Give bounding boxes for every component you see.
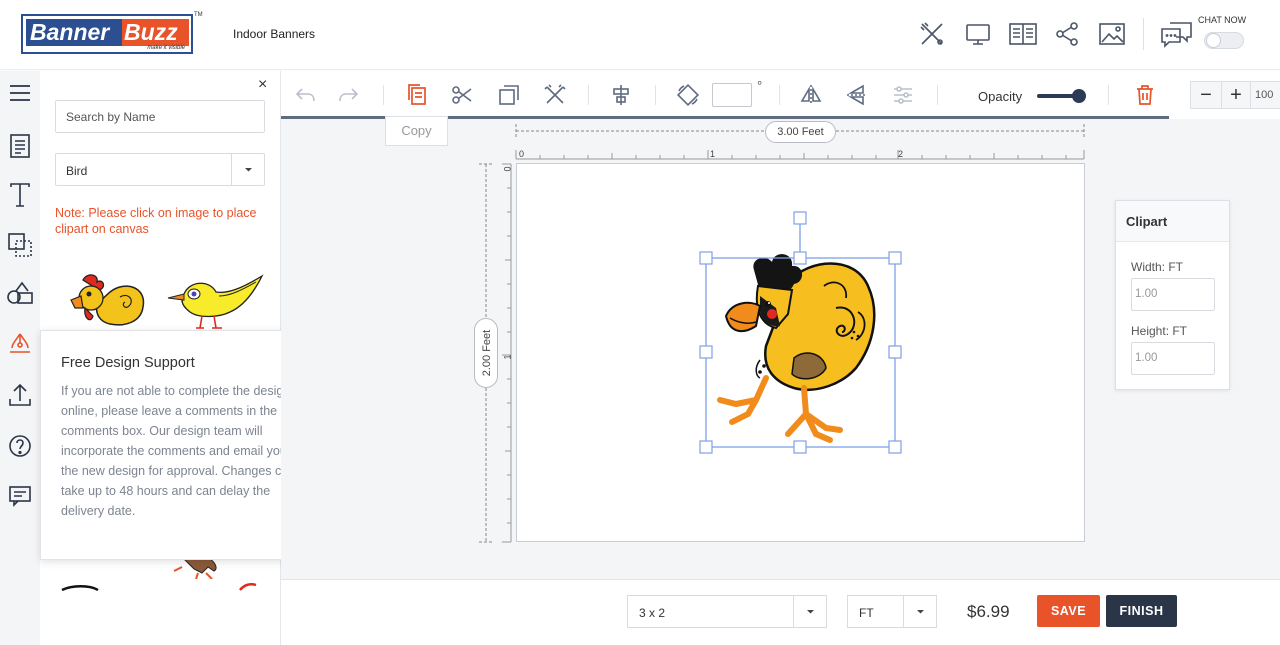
comments-icon[interactable] [6,481,34,509]
image-icon[interactable] [1098,20,1126,48]
zoom-out-button[interactable]: − [1191,82,1221,108]
clipart-properties-panel: Clipart Width: FT 1.00 Height: FT 1.00 [1115,200,1230,390]
save-button[interactable]: SAVE [1037,595,1100,627]
clipart-note: Note: Please click on image to place cli… [55,206,257,236]
clipart-thumb-yellow-bird[interactable] [164,272,264,332]
degree-symbol: ° [757,78,763,93]
flip-horizontal-icon[interactable] [799,83,823,107]
clipart-thumb-rooster[interactable] [65,272,147,330]
book-reader-icon[interactable] [1008,20,1037,48]
zoom-value[interactable]: 100 [1255,89,1273,101]
toolbar-divider [779,85,780,105]
chat-now-label: CHAT NOW [1198,15,1247,25]
product-title: Indoor Banners [233,27,316,41]
size-dropdown[interactable]: 3 x 2 [627,595,827,628]
canvas-height-text: 2.00 Feet [481,329,493,377]
editor-toolbar [281,71,1280,118]
top-header: Banner Buzz make it visible TM Indoor Ba… [0,0,1280,70]
support-title: Free Design Support [61,355,195,371]
design-tools-icon[interactable] [918,20,946,48]
chat-toggle-knob [1206,33,1221,48]
clipart-search-input[interactable] [55,100,265,133]
zoom-in-button[interactable]: + [1221,82,1251,108]
logo-word-buzz: Buzz [122,19,189,46]
height-label: Height: FT [1131,324,1188,338]
clipart-thumb-partial-2[interactable] [238,583,258,591]
copy-tooltip: Copy [385,116,448,146]
upload-icon[interactable] [6,381,34,409]
selected-clipart-rooster[interactable] [696,208,908,456]
redo-icon[interactable] [337,83,361,107]
clipart-active-icon[interactable] [6,330,34,358]
chat-bubble-icon[interactable] [1160,20,1192,48]
ruler-y-label: 1 [502,354,513,360]
clipart-thumb-partial-1[interactable] [60,585,100,591]
chevron-down-icon [793,596,826,627]
unit-dropdown[interactable]: FT [847,595,937,628]
toolbar-divider [1108,85,1109,105]
logo-word-banner: Banner [26,19,126,46]
toolbar-divider [383,85,384,105]
document-icon[interactable] [6,132,34,160]
clipart-icon[interactable] [6,281,34,309]
shapes-icon[interactable] [6,231,34,259]
finish-button[interactable]: FINISH [1106,595,1177,627]
category-dropdown[interactable]: Bird [55,153,265,186]
category-value: Bird [66,164,88,178]
monitor-preview-icon[interactable] [964,20,992,48]
chevron-down-icon [903,596,936,627]
rotate-icon[interactable] [676,83,700,107]
size-value: 3 x 2 [639,606,666,620]
remove-tool-icon[interactable] [543,83,567,107]
toolbar-divider [937,85,938,105]
share-icon[interactable] [1054,20,1082,48]
bannerbuzz-logo[interactable]: Banner Buzz make it visible [21,14,193,54]
ruler-x-label: 0 [519,149,525,159]
width-input[interactable]: 1.00 [1131,278,1215,311]
toolbar-divider [588,85,589,105]
ruler-x-label: 2 [898,149,904,159]
help-icon[interactable] [6,432,34,460]
canvas-height-label: 2.00 Feet [474,318,498,388]
ruler-y-label: 0 [502,166,513,172]
price-label: $6.99 [967,602,1010,621]
logo-trademark: TM [194,12,203,18]
trash-icon[interactable] [1133,83,1157,107]
support-message: If you are not able to complete the desi… [61,384,296,518]
width-label: Width: FT [1131,260,1184,274]
chevron-down-icon [231,154,264,185]
toolbar-divider [655,85,656,105]
zoom-control: − + 100 [1190,81,1280,109]
adjust-sliders-icon[interactable] [891,83,915,107]
unit-value: FT [859,606,874,620]
chat-toggle[interactable] [1204,32,1244,49]
text-icon[interactable] [6,181,34,209]
align-center-icon[interactable] [609,83,633,107]
panel-close-icon[interactable]: × [258,76,267,94]
duplicate-icon[interactable] [497,83,521,107]
copy-icon[interactable] [405,83,429,107]
left-tool-rail [0,71,40,645]
flip-vertical-icon[interactable] [845,83,869,107]
scissors-icon[interactable] [450,83,474,107]
properties-title: Clipart [1116,201,1229,242]
canvas-width-label: 3.00 Feet [765,121,836,143]
design-support-popup: Free Design Support × If you are not abl… [40,330,310,560]
header-divider [1143,18,1144,50]
menu-icon[interactable] [6,79,34,107]
rotation-input[interactable] [712,83,752,107]
height-input[interactable]: 1.00 [1131,342,1215,375]
undo-icon[interactable] [293,83,317,107]
logo-tagline: make it visible [147,45,185,51]
opacity-slider-handle[interactable] [1072,89,1086,103]
opacity-label: Opacity [978,89,1023,104]
ruler-x-label: 1 [710,149,716,159]
